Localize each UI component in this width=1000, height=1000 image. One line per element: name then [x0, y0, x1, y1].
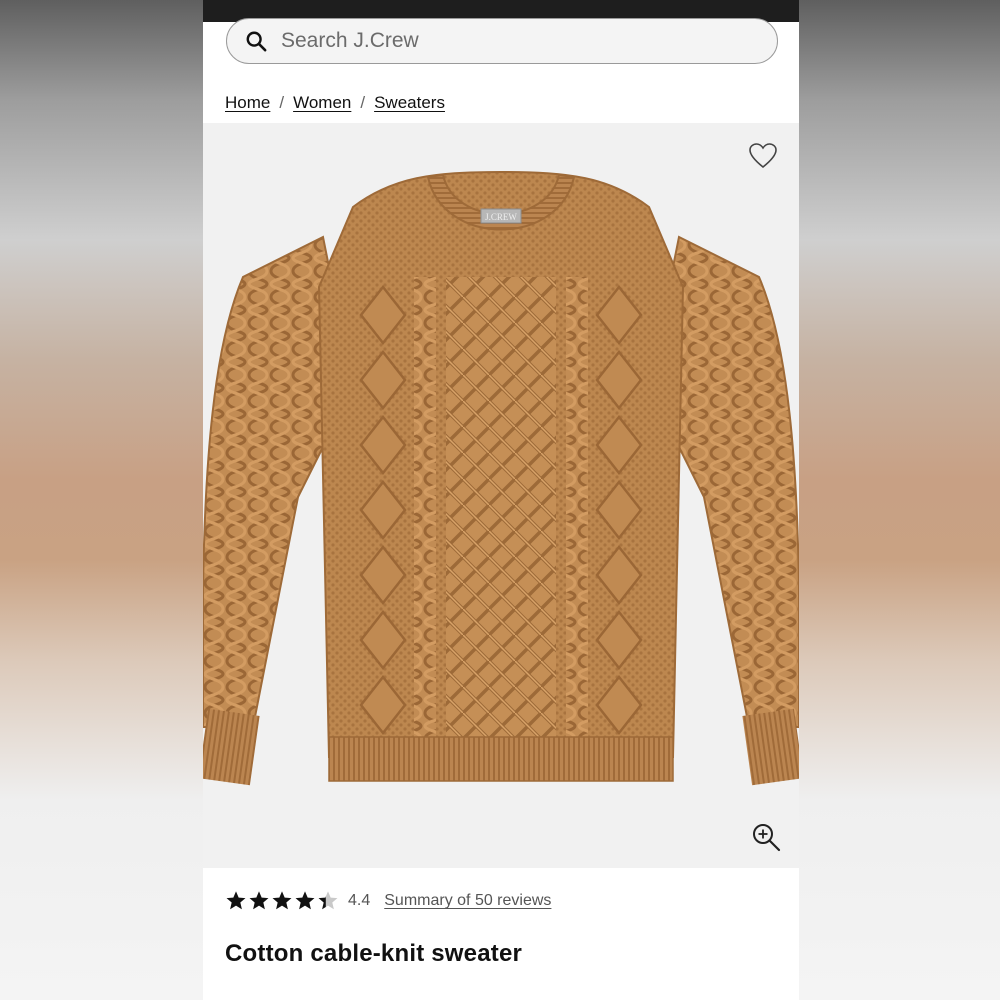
background-left: [0, 0, 203, 1000]
product-image[interactable]: J.CREW: [203, 123, 799, 868]
background-right: [799, 0, 1000, 1000]
phone-screen: Search J.Crew Home / Women / Sweaters J.…: [203, 0, 799, 1000]
breadcrumb-women[interactable]: Women: [293, 93, 351, 113]
heart-icon[interactable]: [749, 143, 777, 169]
breadcrumb: Home / Women / Sweaters: [225, 93, 445, 113]
reviews-link[interactable]: Summary of 50 reviews: [384, 892, 551, 910]
star-icon: [318, 891, 338, 910]
product-title: Cotton cable-knit sweater: [225, 940, 523, 967]
star-icon: [226, 891, 246, 910]
breadcrumb-sweaters[interactable]: Sweaters: [374, 93, 445, 113]
rating-value: 4.4: [348, 892, 371, 909]
star-rating: [225, 890, 340, 912]
search-bar[interactable]: Search J.Crew: [226, 18, 778, 64]
breadcrumb-home[interactable]: Home: [225, 93, 270, 113]
search-icon: [246, 31, 267, 52]
sweater-illustration: J.CREW: [203, 170, 799, 786]
search-input[interactable]: Search J.Crew: [281, 29, 419, 53]
star-icon: [249, 891, 269, 910]
breadcrumb-separator: /: [279, 93, 285, 112]
star-icon: [272, 891, 292, 910]
breadcrumb-separator: /: [360, 93, 366, 112]
zoom-in-icon[interactable]: [751, 822, 781, 852]
brand-label: J.CREW: [485, 212, 517, 222]
star-icon: [295, 891, 315, 910]
rating-row: 4.4 Summary of 50 reviews: [225, 890, 551, 912]
